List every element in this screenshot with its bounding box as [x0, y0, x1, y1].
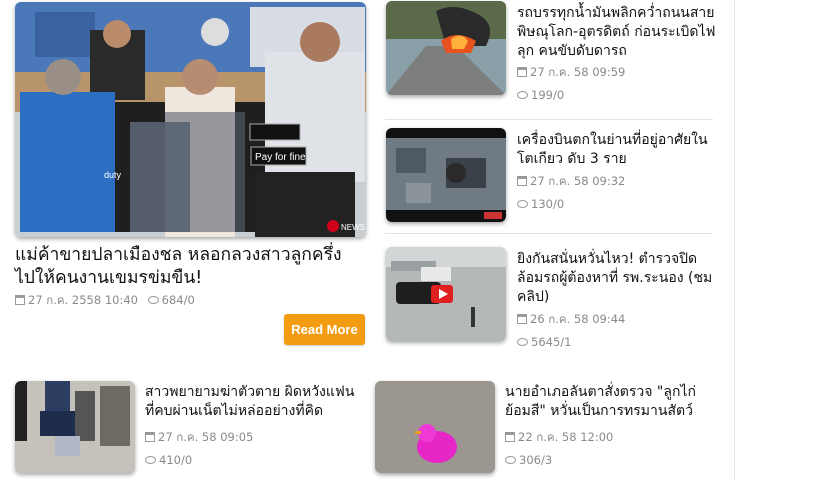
side-news-image-2[interactable] — [386, 128, 506, 222]
comment-icon — [505, 456, 516, 464]
side-news-comments-3: 5645/1 — [517, 335, 571, 349]
pay-fine-sign: Pay for fine — [255, 152, 306, 163]
comment-count: 130/0 — [531, 197, 565, 211]
side-news-date-3: 26 ก.ค. 58 09:44 — [517, 311, 625, 329]
comment-icon — [517, 91, 528, 99]
side-news-date-1: 27 ก.ค. 58 09:59 — [517, 64, 625, 82]
side-news-title-1[interactable]: รถบรรทุกน้ำมันพลิกคว่ำถนนสายพิษณุโลก-อุต… — [517, 4, 717, 61]
side-news-comments-1: 199/0 — [517, 88, 564, 102]
featured-comments: 684/0 — [161, 293, 195, 307]
calendar-icon — [505, 432, 515, 442]
featured-meta: 27 ก.ค. 2558 10:40 684/0 — [15, 292, 195, 310]
calendar-icon — [145, 432, 155, 442]
news-logo: NEWS — [341, 223, 365, 232]
comment-icon — [517, 338, 528, 346]
featured-image[interactable]: Pay for fine duty NEWS — [15, 2, 366, 237]
comment-count: 199/0 — [531, 88, 565, 102]
side-news-title-2[interactable]: เครื่องบินตกในย่านที่อยู่อาศัยในโตเกียว … — [517, 131, 717, 169]
bottom-news-image-2[interactable] — [375, 381, 495, 473]
side-news-image-1[interactable] — [386, 1, 506, 95]
bottom-news-title-1[interactable]: สาวพยายามฆ่าตัวตาย ผิดหวังแฟนที่คบผ่านเน… — [145, 383, 360, 421]
bottom-news-image-1[interactable] — [15, 381, 135, 473]
duty-sign: duty — [104, 170, 122, 180]
column-divider — [734, 0, 735, 479]
comment-count: 5645/1 — [531, 335, 572, 349]
calendar-icon — [517, 176, 527, 186]
side-news-comments-2: 130/0 — [517, 197, 564, 211]
bottom-news-comments-2: 306/3 — [505, 453, 552, 467]
comment-icon — [147, 296, 159, 304]
bottom-news-title-2[interactable]: นายอำเภอลันตาสั่งตรวจ "ลูกไก่ย้อมสี" หวั… — [505, 383, 720, 421]
bottom-news-date-2: 22 ก.ค. 58 12:00 — [505, 429, 613, 447]
side-news-image-3[interactable] — [386, 247, 506, 341]
bottom-news-comments-1: 410/0 — [145, 453, 192, 467]
date-text: 26 ก.ค. 58 09:44 — [530, 312, 626, 326]
featured-title[interactable]: แม่ค้าขายปลาเมืองชล หลอกลวงสาวลูกครึ่ง ไ… — [15, 244, 365, 290]
comment-count: 410/0 — [159, 453, 193, 467]
side-news-date-2: 27 ก.ค. 58 09:32 — [517, 173, 625, 191]
calendar-icon — [517, 67, 527, 77]
comment-icon — [517, 200, 528, 208]
date-text: 22 ก.ค. 58 12:00 — [518, 430, 614, 444]
read-more-button[interactable]: Read More — [284, 314, 365, 345]
side-news-title-3[interactable]: ยิงกันสนั่นหวั่นไหว! ตำรวจปิดล้อมรถผู้ต้… — [517, 250, 717, 307]
calendar-icon — [15, 295, 25, 305]
divider — [385, 119, 713, 120]
comment-count: 306/3 — [519, 453, 553, 467]
date-text: 27 ก.ค. 58 09:59 — [530, 65, 626, 79]
date-text: 27 ก.ค. 58 09:05 — [158, 430, 254, 444]
divider — [385, 233, 713, 234]
date-text: 27 ก.ค. 58 09:32 — [530, 174, 626, 188]
comment-icon — [145, 456, 156, 464]
featured-date: 27 ก.ค. 2558 10:40 — [28, 293, 138, 307]
calendar-icon — [517, 314, 527, 324]
bottom-news-date-1: 27 ก.ค. 58 09:05 — [145, 429, 253, 447]
